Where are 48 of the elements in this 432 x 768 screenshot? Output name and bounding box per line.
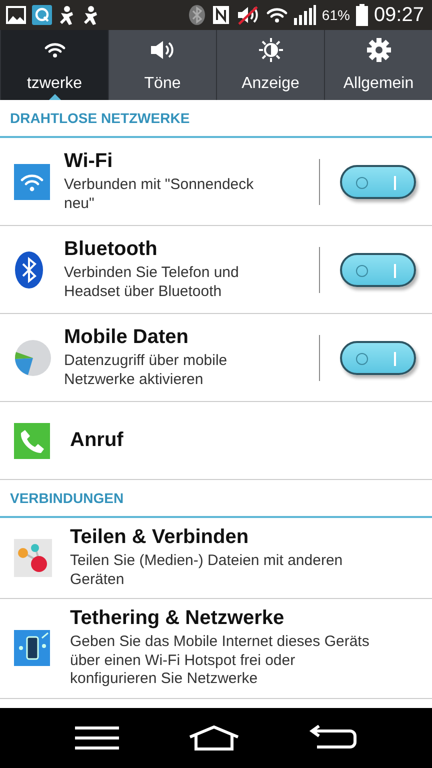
section-header: VERBINDUNGEN — [0, 480, 432, 518]
row-description: Verbinden Sie Telefon und Headset über Bluetooth — [64, 264, 240, 302]
settings-row[interactable]: Anruf — [0, 402, 432, 480]
row-title: Teilen & Verbinden — [70, 526, 250, 549]
share-dots-icon — [14, 538, 52, 577]
row-title: Bluetooth — [64, 238, 158, 261]
wifi-icon — [44, 42, 66, 58]
toggle-switch[interactable] — [340, 164, 416, 198]
toggle-switch[interactable] — [340, 252, 416, 286]
gallery-icon — [6, 6, 26, 24]
figure-icon — [82, 5, 100, 25]
speaker-icon — [150, 39, 176, 61]
muted-speaker-icon — [236, 5, 260, 25]
search-app-icon — [32, 5, 52, 25]
battery-icon — [356, 4, 368, 26]
toggle-switch[interactable] — [340, 340, 416, 374]
settings-icon — [366, 37, 392, 63]
settings-row[interactable]: Tethering & Netzwerke Geben Sie das Mobile Internet dieses Geräts über einen Wi-Fi Hotspot frei oder konfigurieren Sie Netzwerke — [0, 598, 432, 698]
phone-icon — [14, 422, 50, 458]
clock: 09:27 — [374, 4, 424, 26]
row-title: Anruf — [70, 429, 124, 452]
pie-chart-icon — [14, 338, 52, 376]
figure-icon — [58, 5, 76, 25]
signal-icon — [294, 5, 316, 25]
battery-percent: 61% — [322, 7, 350, 23]
home-icon[interactable] — [188, 725, 240, 751]
tab[interactable]: tzwerke — [0, 30, 108, 100]
settings-row[interactable]: Bluetooth Verbinden Sie Telefon und Headset über Bluetooth — [0, 226, 432, 314]
brightness-icon — [258, 37, 284, 63]
bluetooth-icon — [14, 250, 44, 288]
row-description: Datenzugriff über mobile Netzwerke aktivieren — [64, 352, 228, 390]
row-description: Geben Sie das Mobile Internet dieses Geräts über einen Wi-Fi Hotspot frei oder konfigurieren Sie Netzwerke — [70, 632, 370, 690]
wifi-icon — [14, 164, 50, 200]
row-title: Wi-Fi — [64, 150, 114, 173]
settings-row[interactable]: Wi-Fi Verbunden mit "Sonnendeck neu" — [0, 138, 432, 226]
row-description: Verbunden mit "Sonnendeck neu" — [64, 176, 255, 214]
settings-row[interactable]: Mobile Daten Datenzugriff über mobile Netzwerke aktivieren — [0, 314, 432, 402]
back-icon[interactable] — [309, 725, 358, 751]
section-header: DRAHTLOSE NETZWERKE — [0, 100, 432, 138]
hotspot-phone-icon — [14, 630, 50, 666]
settings-row[interactable]: Teilen & Verbinden Teilen Sie (Medien-) Dateien mit anderen Geräten — [0, 518, 432, 598]
row-title: Mobile Daten — [64, 326, 190, 349]
row-title: Tethering & Netzwerke — [70, 606, 286, 630]
row-description: Teilen Sie (Medien-) Dateien mit anderen Geräten — [70, 552, 344, 590]
wifi-signal-icon — [266, 7, 288, 23]
bluetooth-icon — [188, 5, 206, 25]
nfc-icon — [212, 5, 230, 25]
menu-icon[interactable] — [74, 726, 119, 750]
